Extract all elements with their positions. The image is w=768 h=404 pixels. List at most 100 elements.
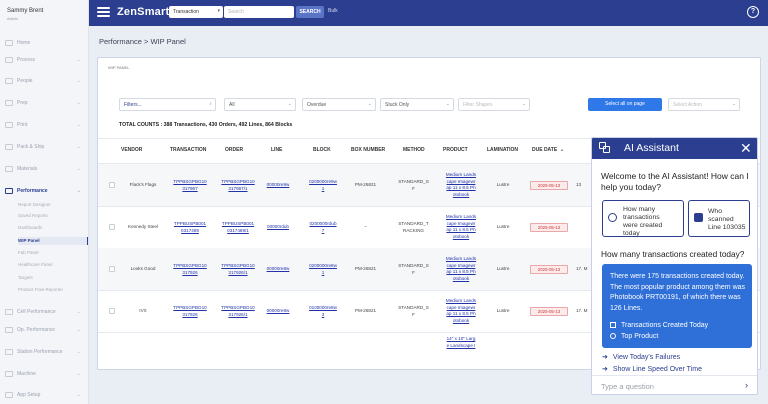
block-link[interactable]: 0200000re9w 1 bbox=[298, 179, 348, 192]
filter-select-stuck[interactable]: Stuck Only ⌄ bbox=[380, 98, 454, 111]
line-link[interactable]: 00000rdub bbox=[253, 224, 303, 231]
send-icon[interactable]: › bbox=[745, 380, 748, 390]
column-header-order[interactable]: ORDER bbox=[225, 147, 243, 153]
logo[interactable]: ZenSmart bbox=[117, 6, 169, 18]
due-date-badge: 2025-05-13 bbox=[530, 307, 568, 316]
chevron-down-icon: ⌄ bbox=[731, 101, 736, 107]
sidebar-subitem-wip-panel[interactable]: WIP Panel bbox=[18, 237, 88, 245]
chevron-down-icon: ⌄ bbox=[76, 144, 81, 150]
product-link[interactable]: Medium Lands cape Imagewr ap 11 x 8.5 Ph ot… bbox=[433, 214, 489, 240]
answer-text: There were 175 transactions created toda… bbox=[610, 273, 746, 312]
column-header-line[interactable]: LINE bbox=[271, 147, 282, 153]
filter-select-overdue[interactable]: Overdue ⌄ bbox=[302, 98, 376, 111]
suggestion-chip-scanned[interactable]: Who scanned Line 103035 bbox=[688, 200, 750, 237]
sidebar-item-people[interactable]: People ⌄ bbox=[0, 75, 88, 87]
arrow-right-icon: ➜ bbox=[602, 354, 608, 361]
column-header-box-number[interactable]: BOX NUMBER bbox=[351, 147, 385, 153]
sidebar-item-op-performance[interactable]: Op. Performance ⌄ bbox=[0, 324, 88, 336]
action-select[interactable]: Select Action ⌄ bbox=[668, 98, 740, 111]
sidebar-item-label: Print bbox=[17, 122, 28, 128]
sidebar-subitem-saved-reports[interactable]: Saved Reports bbox=[18, 212, 88, 220]
sidebar-subitem-report-designer[interactable]: Report Designer bbox=[18, 201, 88, 209]
cell-line: F bbox=[412, 185, 415, 191]
box-number-cell: PM-26821 bbox=[354, 308, 377, 313]
box-number-cell: PM-26821 bbox=[354, 266, 377, 271]
sidebar-item-app-setup[interactable]: App Setup ⌄ bbox=[0, 389, 88, 401]
chevron-down-icon: ⌄ bbox=[76, 166, 81, 172]
bulk-link[interactable]: Bulk bbox=[328, 8, 338, 14]
column-header-transaction[interactable]: TRANSACTION bbox=[170, 147, 206, 153]
sidebar-item-label: Op. Performance bbox=[17, 327, 56, 333]
column-header-vendor[interactable]: VENDOR bbox=[121, 147, 142, 153]
sidebar-item-label: Materials bbox=[17, 166, 38, 172]
method-cell: STANDARD_S F bbox=[391, 305, 436, 318]
sidebar-item-station-performance[interactable]: Station Performance ⌄ bbox=[0, 346, 88, 358]
column-header-lamination[interactable]: LAMINATION bbox=[487, 147, 518, 153]
sidebar-subitem-product-flow-reporter[interactable]: Product Flow Reporter bbox=[18, 286, 88, 294]
column-header-block[interactable]: BLOCK bbox=[313, 147, 331, 153]
sidebar-item-pack-ship[interactable]: Pack & Ship ⌄ bbox=[0, 141, 88, 153]
search-scope-select[interactable]: Transaction ▾ bbox=[169, 6, 223, 18]
line-link[interactable]: 00000re8w bbox=[253, 266, 303, 273]
sidebar-subitem-dashboards[interactable]: Dashboards bbox=[18, 224, 88, 232]
chevron-down-icon: ⌄ bbox=[76, 392, 81, 398]
nav-icon bbox=[5, 40, 13, 46]
question-placeholder: Type a question bbox=[601, 382, 654, 391]
panel-title: WIP PANEL bbox=[108, 65, 130, 70]
method-cell: STANDARD_S F bbox=[391, 179, 436, 192]
filter-select-shapes[interactable]: Filter Shapes ⌄ bbox=[458, 98, 530, 111]
sidebar-subitem-healthcare-panel[interactable]: Healthcare Panel bbox=[18, 261, 88, 269]
user-icon bbox=[694, 213, 703, 222]
chevron-down-icon: ⌄ bbox=[76, 78, 81, 84]
sidebar-subitem-targets[interactable]: Targets bbox=[18, 274, 88, 282]
block-link[interactable]: 0100000re8w 3 bbox=[298, 305, 348, 318]
line-link[interactable]: 00000re9w bbox=[253, 182, 303, 189]
user-question: How many transactions created today? bbox=[601, 249, 745, 259]
sidebar-item-process[interactable]: Process ⌄ bbox=[0, 54, 88, 66]
nav-icon bbox=[5, 122, 13, 128]
search-input[interactable]: Search bbox=[224, 6, 294, 18]
user-info[interactable]: Sammy Brent Admin bbox=[0, 0, 88, 21]
sidebar-item-print[interactable]: Print ⌄ bbox=[0, 119, 88, 131]
assistant-welcome: Welcome to the AI Assistant! How can I h… bbox=[601, 171, 749, 192]
suggestion-line-speed[interactable]: ➜ Show Line Speed Over Time bbox=[602, 365, 702, 373]
filter-value: All bbox=[229, 102, 235, 108]
line-link[interactable]: 00000re8w bbox=[253, 308, 303, 315]
sort-icon[interactable]: ▲ bbox=[560, 147, 564, 152]
select-all-button[interactable]: Select all on page bbox=[588, 98, 662, 111]
sidebar-item-home[interactable]: Home bbox=[0, 37, 88, 49]
cell-line: RACKING bbox=[403, 227, 424, 233]
block-link[interactable]: 0200000re8w 1 bbox=[298, 263, 348, 276]
answer-link-transactions[interactable]: Transactions Created Today bbox=[610, 322, 708, 329]
column-header-product[interactable]: PRODUCT bbox=[443, 147, 468, 153]
question-input[interactable]: Type a question › bbox=[592, 375, 757, 394]
sidebar-item-label: Station Performance bbox=[17, 349, 63, 355]
column-header-due-date[interactable]: DUE DATE bbox=[532, 147, 557, 153]
chevron-down-icon: ⌄ bbox=[76, 122, 81, 128]
sidebar-item-machine[interactable]: Machine ⌄ bbox=[0, 368, 88, 380]
close-icon[interactable]: ✕ bbox=[740, 139, 752, 157]
product-link[interactable]: Medium Lands cape Imagewr ap 11 x 8.5 Ph ot… bbox=[433, 256, 489, 282]
sidebar-item-cell-performance[interactable]: Cell Performance ⌄ bbox=[0, 306, 88, 318]
filters-input[interactable]: Filters... ⌕ bbox=[119, 98, 216, 111]
sidebar-item-performance[interactable]: Performance ⌄ bbox=[0, 185, 88, 197]
sidebar-subitem-fab-panel[interactable]: Fab Panel bbox=[18, 249, 88, 257]
filter-select-all[interactable]: All ⌄ bbox=[224, 98, 296, 111]
chip-line: were created bbox=[623, 222, 663, 229]
column-header-method[interactable]: METHOD bbox=[403, 147, 425, 153]
answer-link-top-product[interactable]: Top Product bbox=[610, 333, 658, 340]
suggestion-view-failures[interactable]: ➜ View Today's Failures bbox=[602, 353, 680, 361]
sidebar-item-prep[interactable]: Prep ⌄ bbox=[0, 97, 88, 109]
answer-link-label: Transactions Created Today bbox=[621, 322, 709, 329]
block-link[interactable]: 0200000rdub 7 bbox=[298, 221, 348, 234]
menu-icon[interactable] bbox=[97, 7, 110, 18]
box-number-cell: PM-26821 bbox=[354, 182, 377, 187]
help-icon[interactable]: ? bbox=[747, 6, 759, 18]
cell-line: otobook bbox=[452, 233, 470, 239]
suggestion-chip-transactions[interactable]: How many transactions were created today bbox=[602, 200, 684, 237]
sidebar-item-materials[interactable]: Materials ⌄ bbox=[0, 163, 88, 175]
product-link[interactable]: Medium Lands cape Imagewr ap 11 x 8.5 Ph ot… bbox=[433, 172, 489, 198]
product-link[interactable]: Medium Lands cape Imagewr ap 11 x 8.5 Ph ot… bbox=[433, 298, 489, 324]
product-link[interactable]: 14" x 10" Larg e Landscape I bbox=[433, 336, 489, 349]
search-button[interactable]: SEARCH bbox=[296, 6, 324, 18]
